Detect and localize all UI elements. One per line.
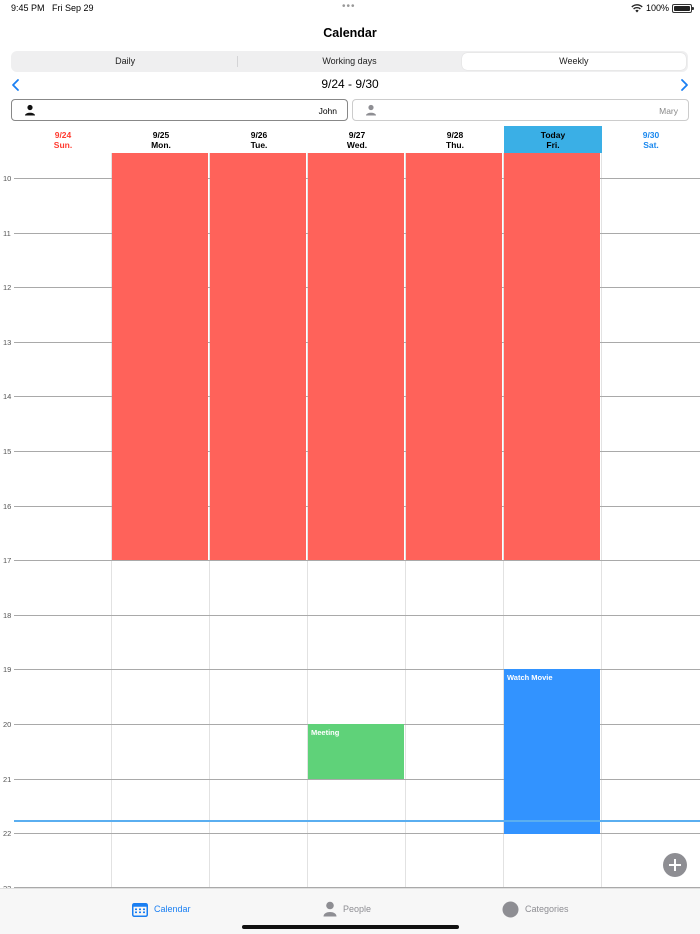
hour-label: 14	[3, 392, 12, 401]
busy-block-fri[interactable]	[504, 153, 600, 560]
week-navigation: 9/24 - 9/30	[0, 76, 700, 94]
status-time: 9:45 PM	[11, 3, 45, 13]
week-range-label: 9/24 - 9/30	[321, 77, 379, 91]
hour-line	[14, 615, 700, 616]
hour-label: 12	[3, 283, 12, 292]
status-date: Fri Sep 29	[52, 3, 94, 13]
day-header-mon[interactable]: 9/25 Mon.	[112, 126, 210, 153]
day-header-sun[interactable]: 9/24 Sun.	[14, 126, 112, 153]
person-icon	[366, 104, 376, 116]
tab-label-categories: Categories	[525, 904, 569, 914]
day-header-tue[interactable]: 9/26 Tue.	[210, 126, 308, 153]
hour-label: 20	[3, 720, 12, 729]
event-meeting[interactable]: Meeting	[308, 724, 404, 779]
tab-people[interactable]: People	[323, 900, 371, 918]
hour-label: 22	[3, 829, 12, 838]
day-header-wed[interactable]: 9/27 Wed.	[308, 126, 406, 153]
hour-label: 21	[3, 775, 12, 784]
calendar-icon	[132, 902, 148, 917]
battery-percent: 100%	[645, 3, 669, 13]
person-selector-john[interactable]: John	[11, 99, 348, 121]
segment-working-days[interactable]: Working days	[237, 53, 461, 70]
multitasking-dots[interactable]: •••	[342, 1, 356, 12]
tab-categories[interactable]: Categories	[502, 900, 569, 918]
hour-label: 18	[3, 611, 12, 620]
segment-daily[interactable]: Daily	[13, 53, 237, 70]
busy-block-mon[interactable]	[112, 153, 208, 560]
categories-icon	[502, 901, 519, 917]
person-icon	[323, 901, 337, 917]
add-event-button[interactable]	[663, 853, 687, 877]
busy-block-wed[interactable]	[308, 153, 404, 560]
home-indicator	[242, 925, 459, 929]
event-watch-movie[interactable]: Watch Movie	[504, 669, 600, 834]
busy-block-thu[interactable]	[406, 153, 502, 560]
person-selector-mary[interactable]: Mary	[352, 99, 689, 121]
hour-label: 11	[3, 229, 11, 238]
day-header-sat[interactable]: 9/30 Sat.	[602, 126, 700, 153]
hour-line	[14, 560, 700, 561]
segment-weekly[interactable]: Weekly	[461, 53, 686, 70]
day-header-today[interactable]: Today Fri.	[504, 126, 602, 153]
person-icon	[25, 104, 35, 116]
week-days-header: 9/24 Sun. 9/25 Mon. 9/26 Tue. 9/27 Wed. 9/28…	[14, 126, 699, 153]
week-time-grid[interactable]: 10 11 12 13 14 15 16 17 18 19 20 21 22 2…	[0, 153, 700, 888]
tab-label-calendar: Calendar	[154, 904, 191, 914]
view-mode-segmented-control: Daily Working days Weekly	[11, 51, 688, 72]
tab-calendar[interactable]: Calendar	[132, 900, 191, 918]
status-bar: 9:45 PM Fri Sep 29 ••• 100%	[0, 0, 700, 18]
day-divider	[601, 153, 602, 888]
tab-label-people: People	[343, 904, 372, 914]
hour-label: 15	[3, 447, 12, 456]
day-header-thu[interactable]: 9/28 Thu.	[406, 126, 504, 153]
person-name-mary: Mary	[659, 106, 678, 116]
hour-label: 16	[3, 502, 12, 511]
hour-label: 13	[3, 338, 12, 347]
chevron-right-icon[interactable]	[677, 78, 691, 92]
wifi-icon	[631, 3, 643, 12]
battery-icon	[672, 3, 694, 13]
hour-label: 10	[3, 174, 12, 183]
hour-label: 17	[3, 556, 12, 565]
current-time-line	[14, 820, 700, 822]
page-title: Calendar	[323, 26, 377, 40]
person-name-john: John	[318, 106, 337, 116]
hour-label: 19	[3, 665, 12, 674]
busy-block-tue[interactable]	[210, 153, 306, 560]
